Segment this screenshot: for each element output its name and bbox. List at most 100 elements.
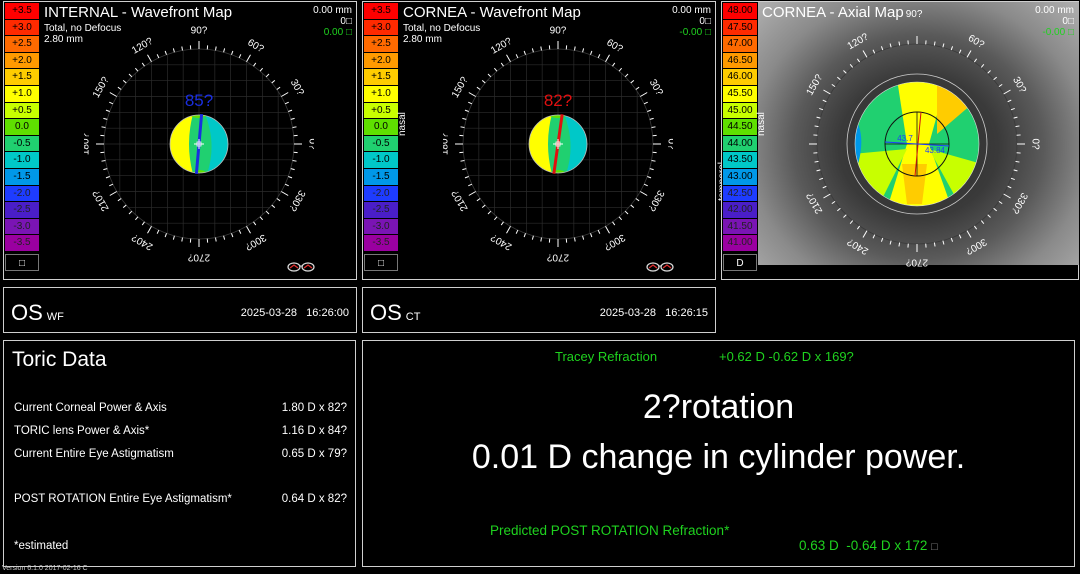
angle-tick: [290, 117, 295, 120]
angle-tick: [856, 58, 861, 63]
angle-label: 120?: [130, 36, 155, 57]
rotation-amount: 2?rotation: [642, 388, 795, 426]
angle-tick: [105, 109, 110, 112]
angle-label: 180?: [84, 132, 92, 155]
angle-tick: [515, 54, 519, 59]
panel-title: CORNEA - Wavefront Map: [403, 4, 581, 21]
angle-tick: [147, 226, 152, 234]
angle-tick: [980, 220, 985, 224]
toric-row-label: Current Entire Eye Astigmatism: [14, 448, 174, 460]
angle-tick: [618, 216, 623, 221]
angle-tick: [643, 101, 648, 105]
angle-label: 270?: [905, 256, 928, 267]
angle-tick: [837, 207, 841, 212]
angle-tick: [223, 48, 226, 53]
angle-tick: [128, 73, 133, 78]
angle-tick: [117, 198, 122, 202]
exam-type: WF: [46, 311, 64, 323]
wavefront-map[interactable]: 0? 30? 60? 90? 120? 150? 180? 210? 240? 270? 300? 3…: [443, 22, 673, 272]
angle-tick: [898, 41, 901, 46]
exam-time: 16:26:15: [665, 307, 708, 319]
scale-step: +3.0: [5, 19, 39, 37]
angle-tick: [942, 240, 945, 245]
angle-tick: [215, 237, 217, 242]
toric-row-label: Current Corneal Power & Axis: [14, 402, 167, 414]
exam-info-ct[interactable]: OS CT 2025-03-28 16:26:15: [362, 287, 716, 333]
toric-row-value: 1.16 D x 84?: [281, 425, 347, 437]
angle-tick: [618, 67, 623, 72]
exam-time: 16:26:00: [306, 307, 349, 319]
angle-tick: [822, 99, 827, 103]
angle-tick: [506, 54, 511, 62]
exam-info-wf[interactable]: OS WF 2025-03-28 16:26:00: [3, 287, 357, 333]
predicted-refraction-text: 0.63 D -0.64 D x 172: [799, 538, 928, 553]
scale-step: +2.5: [364, 36, 398, 53]
angle-tick: [122, 204, 127, 209]
scale-step: 44.50: [723, 119, 757, 136]
angle-tick: [493, 67, 498, 72]
angle-tick: [271, 79, 276, 84]
angle-tick: [889, 240, 892, 245]
angle-tick: [1013, 169, 1018, 172]
wavefront-color-scale: +3.5 +3.0 +2.5 +2.0 +1.5 +1.0 +0.5 0.0 -0.5 -1.0-…: [5, 3, 39, 271]
angle-tick: [980, 64, 985, 68]
angle-tick: [1013, 116, 1018, 119]
angle-tick: [172, 235, 175, 240]
angle-tick: [181, 46, 183, 51]
angle-tick: [1007, 185, 1012, 189]
angle-tick: [643, 183, 648, 187]
internal-wavefront-panel[interactable]: +3.5 +3.0 +2.5 +2.0 +1.5 +1.0 +0.5 0.0 -0.5 -1.0-…: [3, 1, 357, 280]
toric-title: Toric Data: [12, 348, 107, 371]
angle-tick: [849, 220, 854, 224]
k-flat-label: 43.7: [897, 134, 913, 143]
angle-tick: [281, 191, 289, 196]
angle-tick: [128, 210, 133, 215]
cornea-axial-panel[interactable]: 48.00 47.50 47.00 46.50 46.00 45.50 45.00 44.50…: [721, 1, 1079, 280]
cornea-wavefront-panel[interactable]: +3.5 +3.0 +2.5 +2.0 +1.5 +1.0 +0.5 0.0 -0.5 -1.0-…: [362, 1, 728, 280]
scale-step: +0.5: [364, 102, 398, 120]
scale-step: 47.00: [723, 36, 757, 53]
angle-label: 30?: [288, 78, 306, 98]
exam-date: 2025-03-28: [240, 307, 297, 319]
angle-tick: [582, 235, 585, 240]
glasses-icon[interactable]: [646, 260, 674, 274]
angle-tick: [523, 50, 526, 55]
version-label: Version 6.1.0 2017-02-16 C: [2, 565, 88, 572]
toric-row-label: POST ROTATION Entire Eye Astigmatism*: [14, 493, 232, 505]
angle-tick: [612, 62, 616, 67]
angle-tick: [843, 70, 847, 74]
angle-tick: [103, 168, 108, 171]
rotation-result-panel: Tracey Refraction +0.62 D -0.62 D x 169?…: [362, 340, 1075, 567]
eye-label: OS WF: [11, 300, 64, 326]
wavefront-map[interactable]: 0? 30? 60? 90? 120? 150? 180? 210? 240? 270? 300? 3…: [84, 22, 314, 272]
scale-step: +1.0: [364, 85, 398, 103]
angle-label: 180?: [443, 132, 451, 155]
angle-tick: [950, 237, 954, 242]
angle-tick: [215, 46, 217, 51]
toric-row: POST ROTATION Entire Eye Astigmatism* 0.…: [14, 493, 347, 505]
toric-data-panel: Toric Data Current Corneal Power & Axis …: [3, 340, 356, 567]
scale-step: -3.5: [364, 235, 398, 252]
angle-tick: [462, 117, 467, 120]
angle-tick: [109, 101, 114, 105]
angle-label: 60?: [966, 33, 986, 51]
angle-tick: [1015, 125, 1020, 128]
angle-tick: [942, 43, 945, 48]
exam-timestamp: 2025-03-28 16:26:15: [600, 307, 708, 319]
angle-tick: [987, 70, 991, 74]
axial-map[interactable]: 0? 30? 60? 120? 150? 180? 210? 240? 270? 300? 330?…: [802, 22, 1052, 272]
angle-tick: [819, 107, 824, 111]
angle-tick: [122, 79, 127, 84]
scale-step: 43.00: [723, 168, 757, 186]
angle-tick: [597, 229, 601, 234]
axis-label: 82?: [544, 91, 572, 110]
scale-step: -1.5: [364, 168, 398, 186]
scale-step: 0.0: [5, 119, 39, 136]
glasses-icon[interactable]: [287, 260, 315, 274]
scale-step: -3.0: [364, 218, 398, 236]
angle-tick: [605, 54, 610, 62]
angle-tick: [523, 233, 526, 238]
cursor-readout: 0.00 mm 0□ 0.00 □: [313, 5, 352, 38]
angle-tick: [276, 86, 281, 90]
angle-tick: [246, 54, 251, 62]
